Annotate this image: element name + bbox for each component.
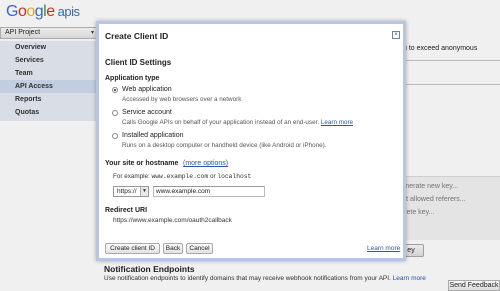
hostname-input[interactable] [153, 186, 265, 197]
close-icon[interactable]: × [392, 31, 400, 39]
installed-application-desc: Runs on a desktop computer or handheld d… [122, 142, 327, 149]
application-type-label: Application type [105, 75, 160, 82]
cancel-button[interactable]: Cancel [186, 243, 213, 254]
protocol-select[interactable]: https:// ▼ [113, 186, 149, 197]
hostname-example: For example: www.example.com or localhos… [113, 173, 252, 180]
create-client-id-dialog: Create Client ID × Client ID Settings Ap… [96, 21, 406, 261]
service-account-radio[interactable] [112, 110, 118, 116]
create-client-id-button[interactable]: Create client ID [105, 243, 160, 254]
dialog-learn-more-link[interactable]: Learn more [367, 245, 400, 252]
back-button[interactable]: Back [163, 243, 183, 254]
web-application-desc: Accessed by web browsers over a network [122, 96, 242, 103]
protocol-select-value: https:// [117, 188, 137, 195]
send-feedback-button[interactable]: Send Feedback [448, 280, 500, 291]
chevron-down-icon: ▼ [140, 187, 148, 196]
service-account-desc: Calls Google APIs on behalf of your appl… [122, 119, 354, 126]
redirect-uri-value: https://www.example.com/oauth2callback [113, 217, 232, 224]
client-id-settings-heading: Client ID Settings [105, 58, 172, 67]
service-account-learn-more-link[interactable]: Learn more [321, 119, 353, 126]
installed-application-radio[interactable] [112, 133, 118, 139]
service-account-label[interactable]: Service account [122, 109, 172, 116]
hostname-label: Your site or hostname [105, 160, 179, 167]
installed-application-label[interactable]: Installed application [122, 132, 184, 139]
redirect-uri-label: Redirect URI [105, 207, 148, 214]
web-application-label[interactable]: Web application [122, 86, 172, 93]
dialog-title: Create Client ID [105, 31, 169, 41]
more-options-link[interactable]: (more options) [183, 160, 228, 167]
web-application-radio[interactable] [112, 87, 118, 93]
